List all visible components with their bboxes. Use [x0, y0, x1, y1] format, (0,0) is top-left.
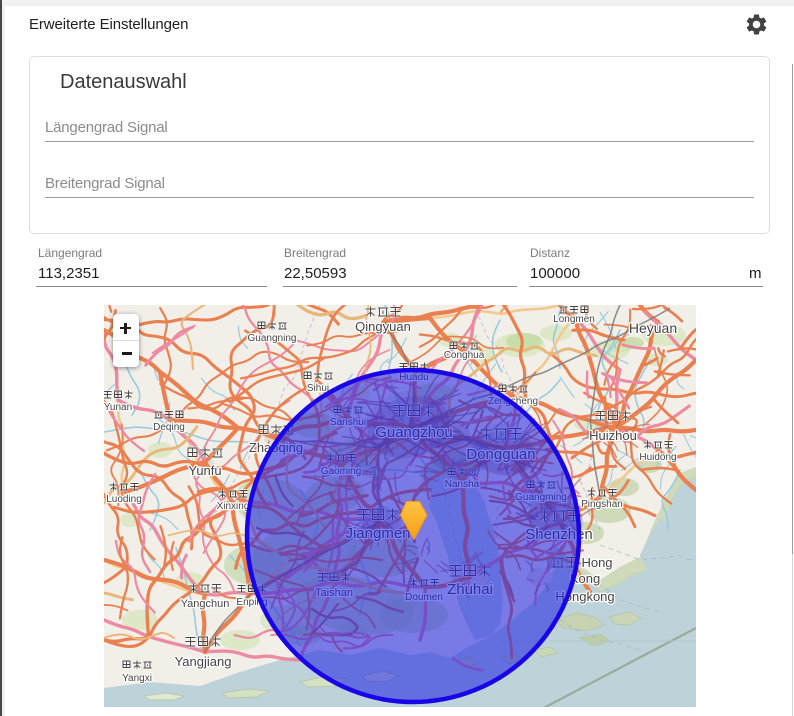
svg-text:Huidong: Huidong [639, 452, 676, 463]
svg-text:Guangning: Guangning [248, 333, 297, 344]
svg-text:Longmen: Longmen [553, 314, 595, 325]
svg-text:Deqing: Deqing [153, 422, 185, 433]
svg-text:Conghua: Conghua [444, 350, 485, 361]
svg-text:Yangjiang: Yangjiang [175, 654, 232, 669]
svg-text:Hong: Hong [581, 555, 612, 570]
svg-text:Huizhou: Huizhou [589, 428, 637, 443]
svg-text:Yangxi: Yangxi [122, 673, 152, 684]
svg-text:Yunan: Yunan [104, 402, 132, 413]
svg-text:Pingshan: Pingshan [581, 499, 623, 510]
svg-text:Heyuan: Heyuan [629, 320, 677, 336]
svg-text:Qingyuan: Qingyuan [355, 319, 411, 334]
svg-text:Yunfu: Yunfu [188, 463, 221, 478]
svg-text:Luoding: Luoding [106, 494, 142, 505]
svg-text:Yangchun: Yangchun [181, 598, 230, 610]
svg-text:Xinxing: Xinxing [217, 501, 250, 512]
